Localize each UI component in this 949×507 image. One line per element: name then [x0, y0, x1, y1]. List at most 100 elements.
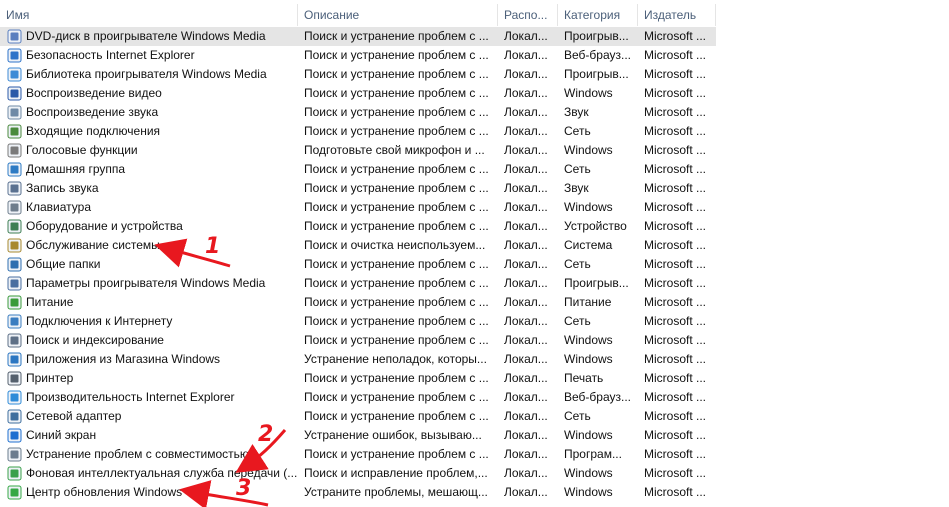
cell-description: Поиск и устранение проблем с ...: [304, 447, 489, 461]
cell-category: Windows: [564, 466, 613, 480]
compatibility-icon: [7, 447, 22, 462]
microphone-icon: [7, 143, 22, 158]
cell-category: Windows: [564, 143, 613, 157]
cell-location: Локал...: [504, 314, 548, 328]
table-row[interactable]: Воспроизведение видео Поиск и устранение …: [0, 84, 716, 103]
table-row[interactable]: Центр обновления Windows Устраните пробле…: [0, 483, 716, 502]
cell-category: Windows: [564, 333, 613, 347]
dvd-icon: [7, 29, 22, 44]
cell-location: Локал...: [504, 447, 548, 461]
table-row[interactable]: Поиск и индексирование Поиск и устранение…: [0, 331, 716, 350]
table-row[interactable]: Библиотека проигрывателя Windows Media По…: [0, 65, 716, 84]
cell-name: Клавиатура: [26, 200, 91, 214]
cell-publisher: Microsoft ...: [644, 124, 707, 138]
table-row[interactable]: Запись звука Поиск и устранение проблем с…: [0, 179, 716, 198]
table-row[interactable]: Производительность Internet Explorer Поис…: [0, 388, 716, 407]
cell-location: Локал...: [504, 238, 548, 252]
media-library-icon: [7, 67, 22, 82]
column-header-publisher[interactable]: Издатель: [638, 4, 716, 26]
cell-location: Локал...: [504, 485, 548, 499]
windows-update-icon: [7, 485, 22, 500]
table-row[interactable]: Сетевой адаптер Поиск и устранение пробле…: [0, 407, 716, 426]
troubleshooting-list: Имя Описание Распо... Категория Издатель…: [0, 0, 716, 507]
cell-category: Веб-брауз...: [564, 390, 632, 404]
cell-location: Локал...: [504, 105, 548, 119]
shield-icon: [7, 48, 22, 63]
cell-description: Поиск и устранение проблем с ...: [304, 409, 489, 423]
cell-publisher: Microsoft ...: [644, 48, 707, 62]
cell-name: Приложения из Магазина Windows: [26, 352, 221, 366]
bits-icon: [7, 466, 22, 481]
cell-location: Локал...: [504, 257, 548, 271]
table-row[interactable]: Фоновая интеллектуальная служба передачи…: [0, 464, 716, 483]
cell-publisher: Microsoft ...: [644, 219, 707, 233]
cell-name: Фоновая интеллектуальная служба передачи…: [26, 466, 298, 480]
table-row[interactable]: Клавиатура Поиск и устранение проблем с .…: [0, 198, 716, 217]
cell-location: Локал...: [504, 352, 548, 366]
table-row[interactable]: Подключения к Интернету Поиск и устранени…: [0, 312, 716, 331]
cell-description: Поиск и устранение проблем с ...: [304, 48, 489, 62]
cell-name: Питание: [26, 295, 74, 309]
cell-category: Сеть: [564, 314, 591, 328]
table-row[interactable]: Обслуживание системы Поиск и очистка неис…: [0, 236, 716, 255]
table-row[interactable]: Оборудование и устройства Поиск и устране…: [0, 217, 716, 236]
table-row[interactable]: DVD-диск в проигрывателе Windows Media По…: [0, 27, 716, 46]
incoming-connection-icon: [7, 124, 22, 139]
cell-publisher: Microsoft ...: [644, 105, 707, 119]
column-header-category[interactable]: Категория: [558, 4, 638, 26]
cell-location: Локал...: [504, 333, 548, 347]
cell-location: Локал...: [504, 143, 548, 157]
column-header-name[interactable]: Имя: [0, 4, 298, 26]
cell-name: Поиск и индексирование: [26, 333, 164, 347]
cell-publisher: Microsoft ...: [644, 295, 707, 309]
cell-category: Звук: [564, 181, 589, 195]
table-row[interactable]: Питание Поиск и устранение проблем с ... Л…: [0, 293, 716, 312]
cell-category: Веб-брауз...: [564, 48, 632, 62]
table-row[interactable]: Параметры проигрывателя Windows Media Пои…: [0, 274, 716, 293]
cell-name: Подключения к Интернету: [26, 314, 173, 328]
cell-description: Поиск и устранение проблем с ...: [304, 124, 489, 138]
table-row[interactable]: Устранение проблем с совместимостью Поиск…: [0, 445, 716, 464]
cell-description: Поиск и устранение проблем с ...: [304, 257, 489, 271]
cell-location: Локал...: [504, 124, 548, 138]
table-row[interactable]: Безопасность Internet Explorer Поиск и ус…: [0, 46, 716, 65]
cell-location: Локал...: [504, 219, 548, 233]
cell-publisher: Microsoft ...: [644, 238, 707, 252]
cell-name: Воспроизведение видео: [26, 86, 162, 100]
column-header-description[interactable]: Описание: [298, 4, 498, 26]
table-row[interactable]: Синий экран Устранение ошибок, вызываю...…: [0, 426, 716, 445]
cell-publisher: Microsoft ...: [644, 371, 707, 385]
cell-description: Поиск и устранение проблем с ...: [304, 105, 489, 119]
cell-category: Windows: [564, 428, 613, 442]
cell-description: Поиск и устранение проблем с ...: [304, 295, 489, 309]
cell-publisher: Microsoft ...: [644, 466, 707, 480]
cell-name: Параметры проигрывателя Windows Media: [26, 276, 266, 290]
table-row[interactable]: Общие папки Поиск и устранение проблем с …: [0, 255, 716, 274]
cell-name: Центр обновления Windows: [26, 485, 183, 499]
table-row[interactable]: Принтер Поиск и устранение проблем с ... Л…: [0, 369, 716, 388]
cell-publisher: Microsoft ...: [644, 447, 707, 461]
cell-category: Устройство: [564, 219, 627, 233]
cell-description: Поиск и очистка неиспользуем...: [304, 238, 486, 252]
column-header-location[interactable]: Распо...: [498, 4, 558, 26]
cell-category: Windows: [564, 86, 613, 100]
cell-location: Локал...: [504, 466, 548, 480]
cell-category: Проигрыв...: [564, 67, 629, 81]
cell-publisher: Microsoft ...: [644, 485, 707, 499]
speaker-icon: [7, 105, 22, 120]
cell-category: Windows: [564, 352, 613, 366]
cell-name: Домашняя группа: [26, 162, 126, 176]
table-row[interactable]: Воспроизведение звука Поиск и устранение …: [0, 103, 716, 122]
table-row[interactable]: Домашняя группа Поиск и устранение пробле…: [0, 160, 716, 179]
table-row[interactable]: Голосовые функции Подготовьте свой микроф…: [0, 141, 716, 160]
cell-name: Библиотека проигрывателя Windows Media: [26, 67, 267, 81]
table-row[interactable]: Входящие подключения Поиск и устранение п…: [0, 122, 716, 141]
cell-description: Устранение ошибок, вызываю...: [304, 428, 482, 442]
cell-description: Поиск и устранение проблем с ...: [304, 314, 489, 328]
cell-description: Поиск и устранение проблем с ...: [304, 29, 489, 43]
cell-location: Локал...: [504, 200, 548, 214]
devices-icon: [7, 219, 22, 234]
cell-location: Локал...: [504, 29, 548, 43]
table-row[interactable]: Приложения из Магазина Windows Устранение…: [0, 350, 716, 369]
video-icon: [7, 86, 22, 101]
